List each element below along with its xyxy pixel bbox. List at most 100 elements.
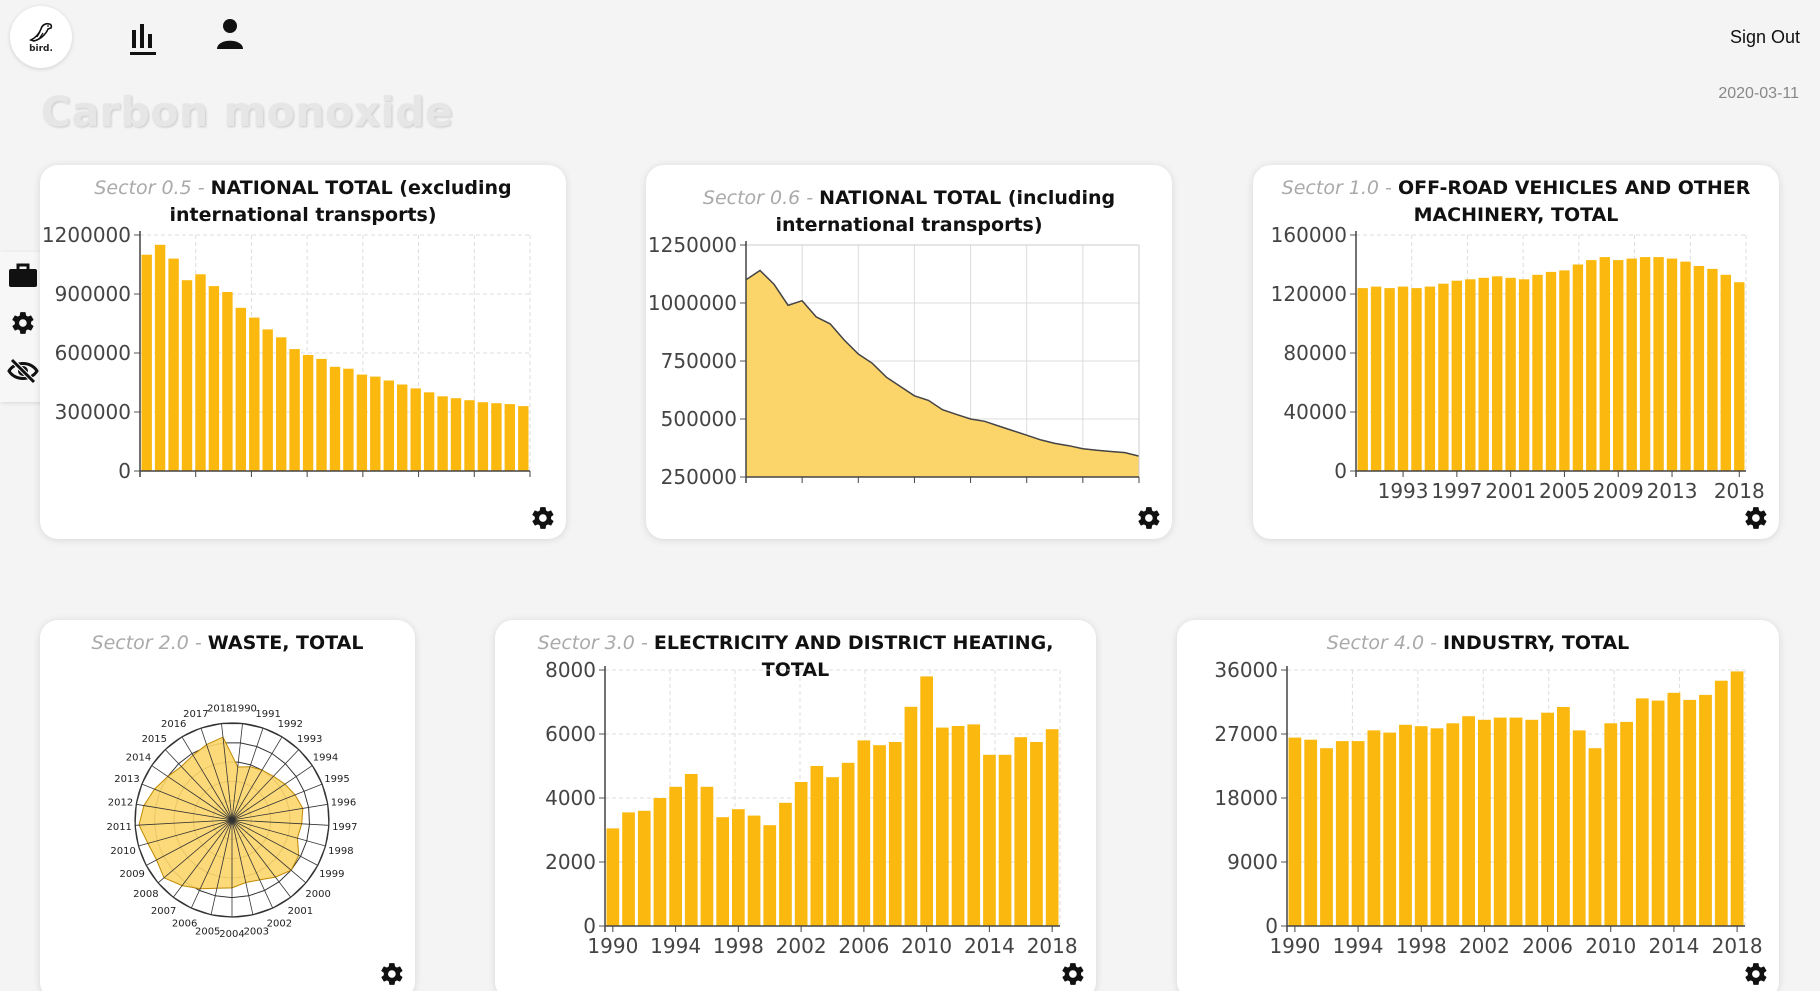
gear-icon [1062,963,1084,985]
bar [622,812,635,926]
radar-label: 2005 [195,926,220,937]
y-tick-label: 250000 [661,465,737,489]
bar [1304,739,1318,926]
x-tick-label: 2006 [1522,934,1573,958]
card-settings-button[interactable] [379,961,405,987]
bar [763,825,777,926]
radar-label: 2000 [305,889,330,900]
x-tick-label: 1990 [1269,934,1320,958]
card-settings-button[interactable] [1060,961,1086,987]
bar [1680,261,1691,471]
y-tick-label: 120000 [1271,282,1347,306]
bar [1465,279,1476,472]
nav-charts-button[interactable] [128,18,160,58]
y-tick-label: 0 [118,459,131,483]
nav-profile-button[interactable] [214,16,246,52]
bar [1383,732,1397,926]
app-logo[interactable]: bird. [10,6,72,68]
card-settings-button[interactable] [1743,505,1769,531]
bar [1430,728,1444,926]
y-tick-label: 80000 [1283,341,1347,365]
radar-chart: 1990199119921993199419951996199719981999… [106,704,357,940]
x-tick-label: 1994 [650,934,701,958]
bar [826,777,839,926]
bar [1509,717,1523,926]
y-tick-label: 2000 [545,850,596,874]
card-settings-button[interactable] [1136,505,1162,531]
gear-icon [1745,507,1767,529]
y-tick-label: 36000 [1214,658,1278,682]
radar-label: 2009 [119,869,144,880]
bar [370,376,381,471]
bar [936,727,949,926]
x-tick-label: 1998 [713,934,764,958]
bar [732,809,745,926]
bar [1557,707,1570,926]
bar [1620,721,1633,926]
bar [1505,277,1516,471]
bar [1525,719,1539,926]
bar [477,402,489,471]
sign-out-link[interactable]: Sign Out [1730,27,1800,48]
card-settings-button[interactable] [530,505,556,531]
bar [1451,280,1462,471]
bar [1462,716,1475,926]
settings-button[interactable] [6,306,40,340]
bar [700,786,714,926]
bar [888,742,902,926]
bar-chart: 020004000600080001990 1994 1998 2002 2006 201… [545,658,1078,958]
y-tick-label: 40000 [1283,400,1347,424]
bar [1635,698,1649,926]
bar [1667,692,1681,926]
bar [1604,723,1618,926]
bar [1438,283,1449,471]
radar-label: 2010 [110,846,135,857]
radar-label: 2002 [267,919,292,930]
bar-chart: 0 300000 600000 900000 1200000 [42,223,531,483]
radar-label: 2008 [133,889,158,900]
radar-label: 1992 [278,719,303,730]
bar [684,774,698,926]
radar-label: 1993 [297,734,322,745]
y-tick-label: 4000 [545,786,596,810]
bar [1653,257,1664,471]
bar [1714,680,1728,926]
bar [1586,260,1597,471]
bar [1370,286,1382,471]
y-tick-label: 600000 [55,341,131,365]
card-settings-button[interactable] [1743,961,1769,987]
bar [410,388,421,471]
logo-text: bird. [29,44,53,54]
bar [518,406,529,471]
briefcase-icon [9,263,37,287]
area-chart: 250000 500000 750000 1000000 1250000 [648,233,1140,489]
bar [222,292,233,471]
bar [779,802,792,926]
bar [1734,282,1745,471]
visibility-toggle-button[interactable] [6,354,40,388]
x-tick-label: 2009 [1593,479,1644,503]
briefcase-button[interactable] [6,258,40,292]
x-tick-label: 2001 [1485,479,1536,503]
x-tick-label: 1990 [587,934,638,958]
chart-card-sector-3-0: Sector 3.0 - ELECTRICITY AND DISTRICT HE… [495,620,1096,991]
bar [1414,726,1428,926]
x-tick-label: 2013 [1647,479,1698,503]
bar [154,244,166,471]
report-date: 2020-03-11 [1718,85,1799,102]
bar [1367,730,1381,926]
bar [1411,288,1422,471]
bar [1518,279,1530,472]
bar [841,762,855,926]
radar-label: 1990 [231,704,256,715]
bar-chart: 090001800027000360001990 1994 1998 2002 2006… [1214,658,1762,958]
radar-label: 2013 [114,774,139,785]
radar-label: 2012 [108,798,133,809]
top-bar: bird. Sign Out [0,0,1820,76]
radar-label: 1999 [319,869,344,880]
y-tick-label: 300000 [55,400,131,424]
bar [1707,268,1718,471]
bar [1424,286,1436,471]
x-tick-label: 2002 [776,934,827,958]
bar [1532,274,1543,471]
